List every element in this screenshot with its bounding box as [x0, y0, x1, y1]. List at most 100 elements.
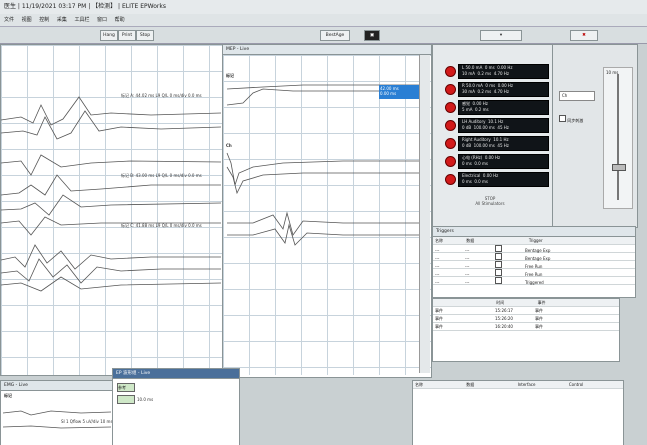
row-checkbox[interactable]	[495, 253, 502, 260]
row-checkbox[interactable]	[495, 245, 502, 252]
right-control-panel: Ch 同步刺激 10 ms	[552, 44, 638, 228]
selected-marker-readout[interactable]: 42.00 ms 0.00 ms	[379, 85, 421, 99]
toolbar: Hang Print Stop BestAge ▣ ▾ ✖	[0, 27, 647, 44]
menu-tools[interactable]: 工具栏	[74, 17, 89, 23]
table-row[interactable]: 事件 15:26:20 事件	[433, 315, 619, 323]
center-label-mark: 标记	[226, 73, 234, 78]
stim-indicator-icon[interactable]	[445, 156, 456, 167]
table-row[interactable]: --- --- Triggered	[433, 277, 635, 285]
table-row[interactable]: --- --- Bentage Exp	[433, 245, 635, 253]
mini-row1b	[117, 395, 135, 404]
stim-indicator-icon[interactable]	[445, 102, 456, 113]
triggers-title: Triggers	[433, 227, 635, 237]
row-checkbox[interactable]	[495, 277, 502, 284]
events-header: 时间 事件	[433, 299, 619, 307]
menu-window[interactable]: 窗口	[97, 17, 107, 23]
menu-view[interactable]: 视图	[22, 17, 32, 23]
checkbox-cell[interactable]	[495, 277, 525, 286]
cell: 15:26:17	[495, 308, 513, 313]
menu-bar: 文件 视图 控制 采集 工具栏 窗口 帮助	[0, 14, 647, 27]
title-bar: 医生 | 11/19/2021 03:17 PM | 【检测】 | ELITE …	[0, 0, 647, 15]
table-row[interactable]: --- --- Bentage Exp	[433, 253, 635, 261]
toolbar-dropdown[interactable]: ▾	[480, 30, 522, 41]
bottom-table-header: 名称 数据 Interface Control	[413, 381, 623, 389]
mini-row2: 10.0 ms	[137, 397, 154, 402]
exit-button[interactable]: ✖	[570, 30, 598, 41]
events-header-2: 事件	[537, 300, 546, 305]
stim-indicator-icon[interactable]	[445, 84, 456, 95]
table-row[interactable]: --- --- Free Run	[433, 269, 635, 277]
monitor-icon[interactable]: ▣	[364, 30, 380, 41]
stim-text-0: L 50.0 mA 0 ms 0.00 Hz 10 mA 0.2 ms 4.70…	[458, 64, 549, 79]
bottom-left-window[interactable]: EMG - Live 标记 SI 1 Qflow 5 uV/div 10 ms	[0, 380, 114, 445]
stim-indicator-icon[interactable]	[445, 174, 456, 185]
table-row[interactable]: 事件 16:20:40 事件	[433, 323, 619, 331]
triggers-header: 名称 数据 Trigger	[433, 237, 635, 245]
print-button[interactable]: Print	[118, 30, 136, 41]
table-row[interactable]: --- --- Free Run	[433, 261, 635, 269]
stim-indicator-icon[interactable]	[445, 120, 456, 131]
bestage-button[interactable]: BestAge	[320, 30, 350, 41]
cell: 15:26:20	[495, 316, 513, 321]
row-checkbox[interactable]	[495, 269, 502, 276]
cell: ---	[465, 280, 470, 285]
left-waveform-pane[interactable]: 标记 A: 44.02 ms L9 Q/L 0 ms/div 0.0 ms 标记…	[0, 44, 224, 376]
triggers-panel: Triggers 名称 数据 Trigger --- --- Bentage Exp…	[432, 226, 636, 298]
bottom-header-2: Interface	[517, 382, 536, 387]
menu-help[interactable]: 帮助	[115, 17, 125, 23]
stim-dot-column	[437, 63, 446, 207]
sync-checkbox-label: 同步刺激	[567, 118, 584, 123]
bottom-mini-window[interactable]: EP 波形组 - Live 参考 10.0 ms	[112, 368, 240, 445]
channel-select[interactable]: Ch	[559, 91, 595, 101]
header-data: 数据	[466, 238, 475, 243]
stim-indicator-icon[interactable]	[445, 66, 456, 77]
stim-indicator-icon[interactable]	[445, 138, 456, 149]
menu-acquire[interactable]: 采集	[57, 17, 67, 23]
center-waveform-window[interactable]: MEP - Live 标记 Ch 42.00 ms 0.00 ms	[222, 44, 432, 378]
stim-text-3: LH Auditory 10.1 Hz 0 dB 100.00 ms 45 Hz	[458, 118, 549, 133]
events-panel: 时间 事件 事件 15:26:17 事件 事件 15:26:20 事件 事件 16:20:…	[432, 298, 620, 362]
cell: 事件	[435, 316, 443, 321]
table-row[interactable]: 事件 15:26:17 事件	[433, 307, 619, 315]
events-header-1: 时间	[496, 300, 505, 305]
stim-text-5: 心电 (RHz) 0.00 Hz 0 ms 0.0 ms	[458, 154, 549, 169]
stim-text-2: 感觉 0.00 Hz 5 mA 0.2 ms	[458, 100, 549, 115]
monitor-screen: 医生 | 11/19/2021 03:17 PM | 【检测】 | ELITE …	[0, 0, 647, 445]
window-title: 医生 | 11/19/2021 03:17 PM | 【检测】 | ELITE …	[4, 3, 166, 10]
sync-checkbox[interactable]	[559, 115, 566, 122]
left-row-label-b: 标记 B: 43.00 ms L9 Q/L 0 ms/div 0.0 ms	[121, 173, 202, 178]
slider-handle[interactable]	[612, 164, 626, 171]
bottom-mini-title: EP 波形组 - Live	[113, 369, 239, 379]
cell: 事件	[535, 316, 543, 321]
stim-text-1: R 50.0 mA 0 ms 0.00 Hz 30 mA 0.2 ms 4.70…	[458, 82, 549, 97]
stop-all-stimulators[interactable]: STOP All Stimulators	[470, 196, 510, 220]
bottom-left-title: EMG - Live	[1, 381, 113, 391]
sync-checkbox-row[interactable]: 同步刺激	[559, 115, 583, 124]
center-label-ch: Ch	[226, 143, 232, 148]
cell: ---	[435, 280, 440, 285]
cell: 事件	[535, 308, 543, 313]
stop-button[interactable]: Stop	[136, 30, 154, 41]
cell: 16:20:40	[495, 324, 513, 329]
header-trigger: Trigger	[528, 238, 543, 243]
stim-text-6: Electrical 0.00 Hz 0 ms 0.0 ms	[458, 172, 549, 187]
slider-track	[617, 74, 619, 200]
hang-button[interactable]: Hang	[100, 30, 118, 41]
bottom-left-wave	[2, 410, 112, 429]
row-checkbox[interactable]	[495, 261, 502, 268]
stim-text-4: Right Auditory 10.1 Hz 0 dB 100.00 ms 45…	[458, 136, 549, 151]
mini-row1-label: 参考	[117, 383, 135, 392]
cell: 事件	[435, 324, 443, 329]
bottom-header-0: 名称	[415, 382, 423, 387]
left-row-label-a: 标记 A: 44.02 ms L9 Q/L 0 ms/div 0.0 ms	[121, 93, 202, 98]
bottom-header-1: 数据	[466, 382, 475, 387]
header-name: 名称	[435, 238, 443, 243]
menu-control[interactable]: 控制	[39, 17, 49, 23]
left-row-label-c: 标记 C: 41.88 ms L9 Q/L 0 ms/div 0.0 ms	[121, 223, 202, 228]
bottom-header-3: Control	[568, 382, 584, 387]
menu-file[interactable]: 文件	[4, 17, 14, 23]
bottom-table: 名称 数据 Interface Control	[412, 380, 624, 445]
slider-top-label: 10 ms	[606, 70, 619, 75]
intensity-slider[interactable]: 10 ms	[603, 67, 633, 209]
center-scrollbar[interactable]	[419, 55, 430, 373]
